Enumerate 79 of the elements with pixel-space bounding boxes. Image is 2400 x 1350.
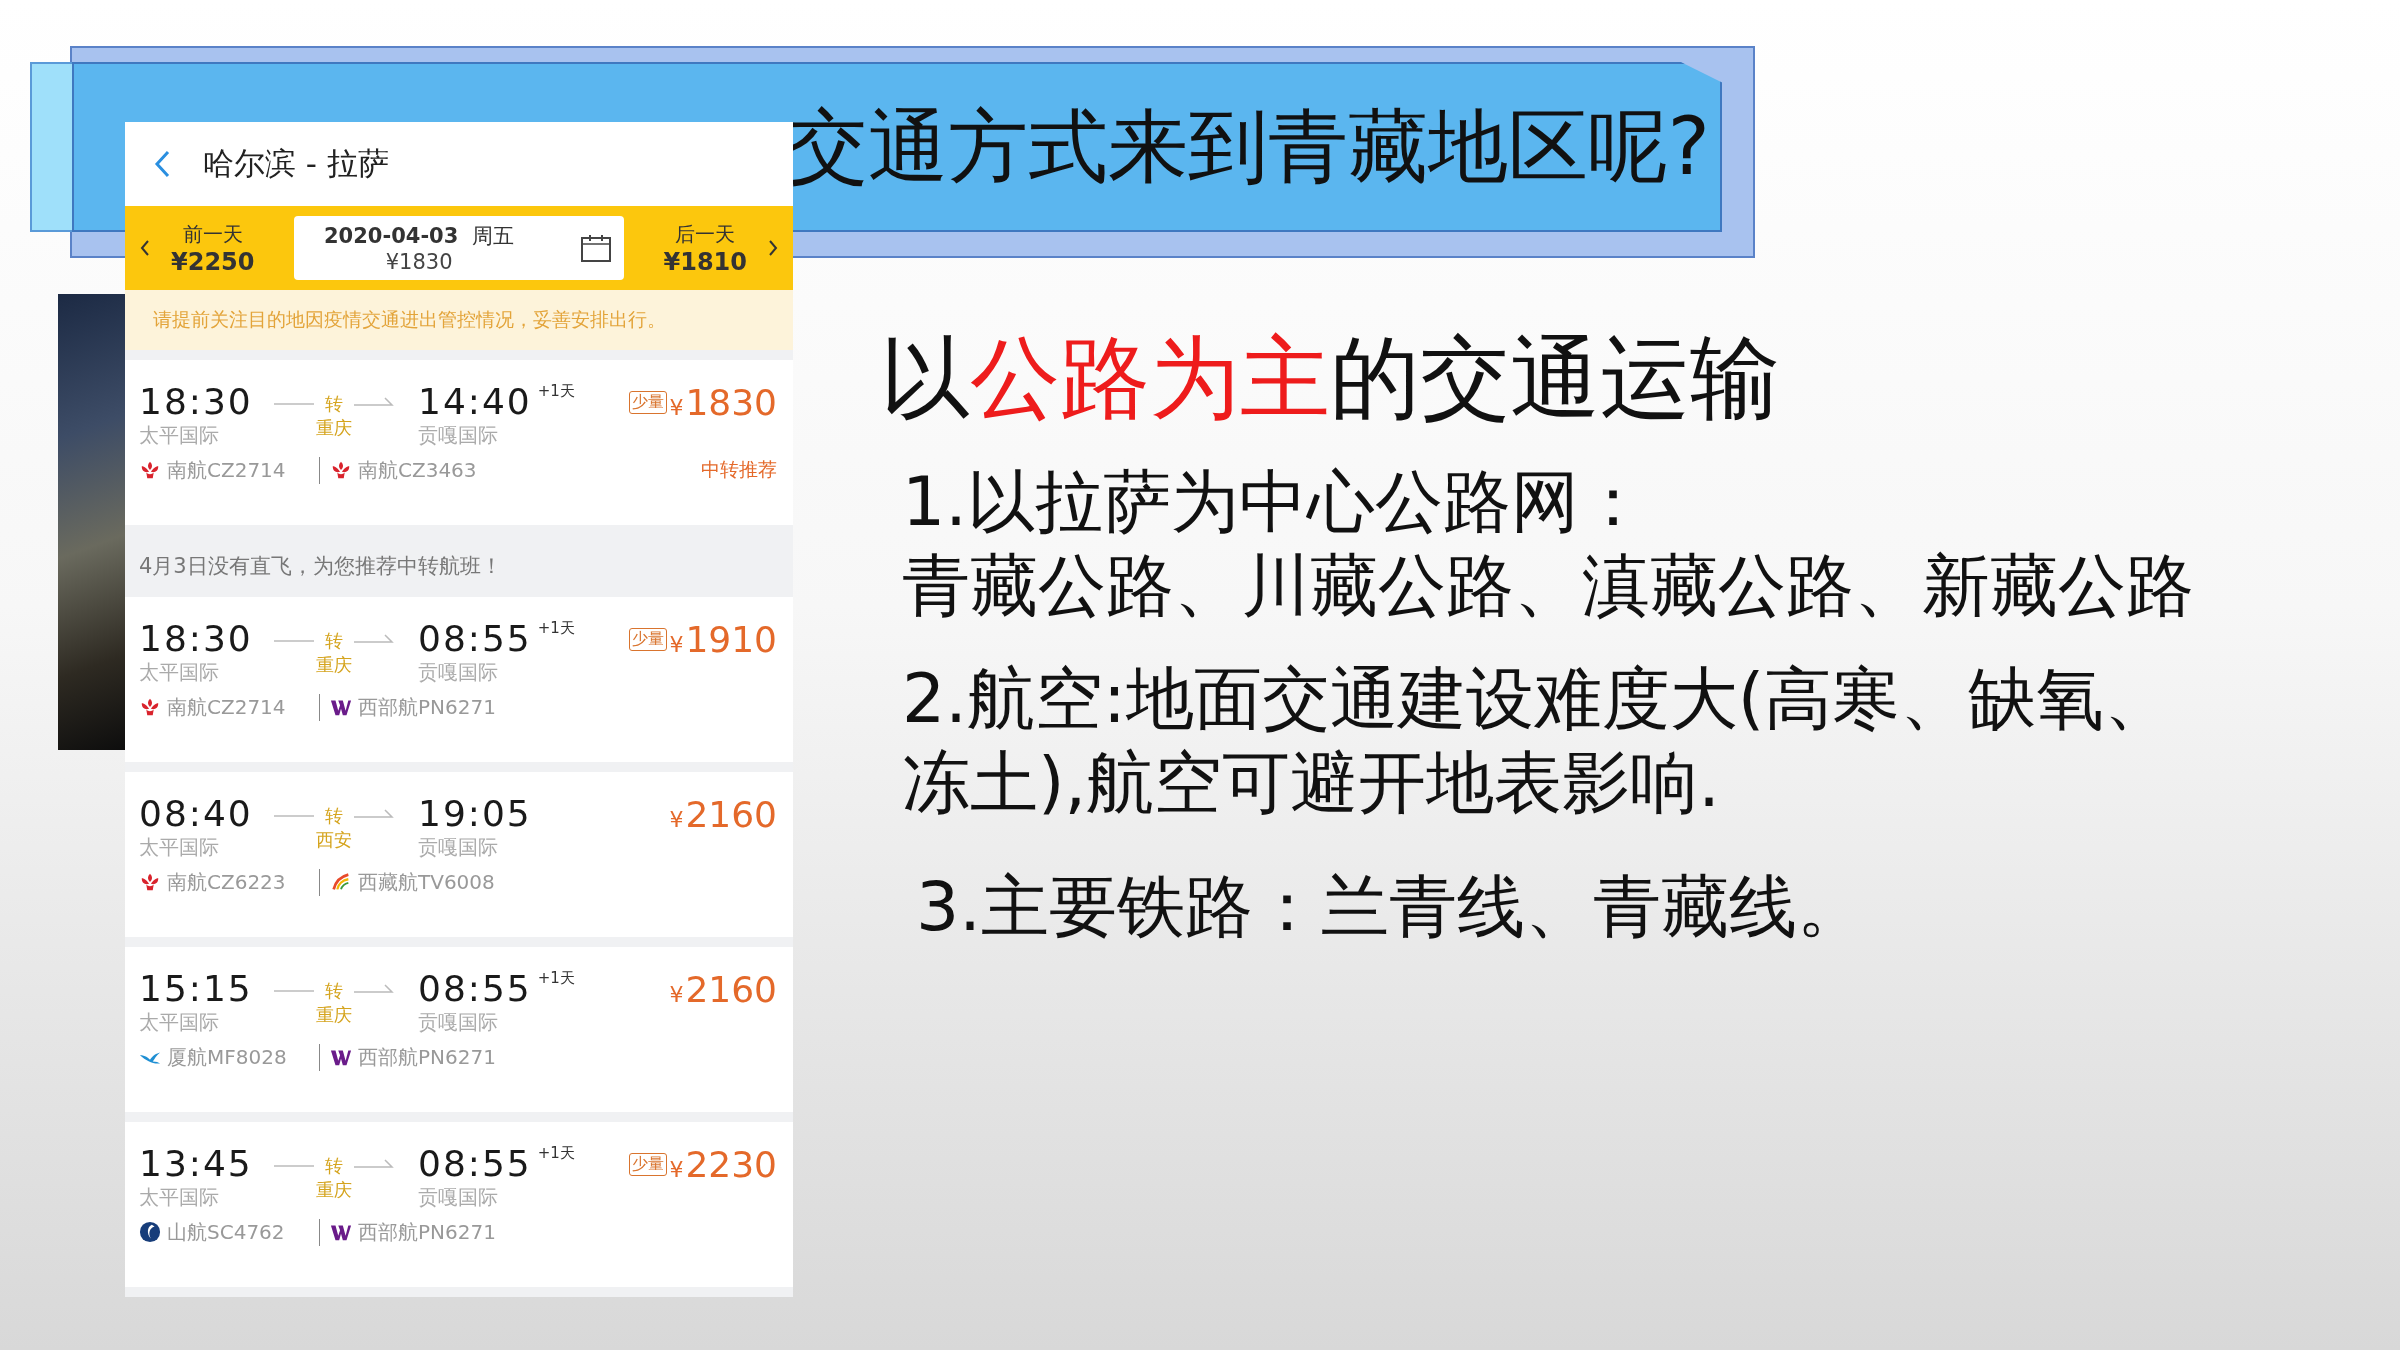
transfer-label: 转 bbox=[325, 1154, 343, 1178]
bullet-point: 青藏公路、川藏公路、滇藏公路、新藏公路 bbox=[902, 545, 2195, 628]
flight-number: 南航CZ6223 bbox=[167, 868, 286, 896]
date-price: ¥1830 bbox=[385, 250, 453, 274]
arrival-airport: 贡嘎国际 bbox=[418, 1008, 499, 1036]
flight-number: 南航CZ2714 bbox=[167, 693, 286, 721]
flight-number: 南航CZ3463 bbox=[358, 456, 477, 484]
transfer-city: 重庆 bbox=[316, 653, 352, 677]
flight-card[interactable]: 08:40 太平国际 转 西安 19:05 贡嘎国际 ¥2160 南航CZ6223 西藏航TV6008 bbox=[125, 772, 793, 937]
price-text: ¥2160 bbox=[669, 794, 777, 835]
date-selector[interactable]: 2020-04-03 周五 ¥1830 bbox=[294, 216, 624, 280]
slide-heading: 以公路为主的交通运输 bbox=[880, 324, 1781, 432]
flight-number: 山航SC4762 bbox=[167, 1218, 285, 1246]
recommendation-tag: 中转推荐 bbox=[701, 457, 777, 484]
chevron-left-icon[interactable] bbox=[139, 238, 151, 258]
dash-icon bbox=[274, 401, 314, 407]
transfer-label: 转 bbox=[325, 979, 343, 1003]
arrival-airport: 贡嘎国际 bbox=[418, 421, 499, 449]
transfer-city: 重庆 bbox=[316, 1003, 352, 1027]
flight-number: 厦航MF8028 bbox=[167, 1043, 287, 1071]
date-text: 2020-04-03 周五 bbox=[324, 223, 515, 250]
next-day-price: ¥1810 bbox=[663, 247, 747, 276]
flight-number: 西部航PN6271 bbox=[358, 1043, 496, 1071]
departure-airport: 太平国际 bbox=[139, 421, 220, 449]
flight-number: 西部航PN6271 bbox=[358, 693, 496, 721]
stock-badge: 少量 bbox=[629, 628, 668, 651]
next-day-marker: +1天 bbox=[537, 969, 575, 988]
price-text: ¥1910 bbox=[669, 619, 777, 660]
dash-icon bbox=[274, 813, 314, 819]
next-day-marker: +1天 bbox=[537, 1144, 575, 1163]
arrival-time: 19:05 bbox=[418, 794, 532, 834]
calendar-icon[interactable] bbox=[580, 233, 612, 263]
bullet-point: 2.航空:地面交通建设难度大(高寒、缺氧、冻土),航空可避开地表影响. bbox=[902, 657, 2174, 824]
departure-airport: 太平国际 bbox=[139, 658, 220, 686]
arrival-time: 14:40 bbox=[418, 382, 532, 422]
arrival-time: 08:55 bbox=[418, 1144, 532, 1184]
departure-airport: 太平国际 bbox=[139, 833, 220, 861]
transfer-city: 西安 bbox=[316, 828, 352, 852]
transfer-label: 转 bbox=[325, 392, 343, 416]
price-text: ¥2160 bbox=[669, 969, 777, 1010]
price-text: ¥1830 bbox=[669, 382, 777, 423]
dash-icon bbox=[274, 988, 314, 994]
arrival-time: 08:55 bbox=[418, 969, 532, 1009]
departure-airport: 太平国际 bbox=[139, 1008, 220, 1036]
price-text: ¥2230 bbox=[669, 1144, 777, 1185]
departure-time: 15:15 bbox=[139, 969, 254, 1009]
departure-airport: 太平国际 bbox=[139, 1183, 220, 1211]
arrival-airport: 贡嘎国际 bbox=[418, 833, 499, 861]
chevron-right-icon[interactable] bbox=[767, 238, 779, 258]
previous-day-label[interactable]: 前一天 bbox=[182, 220, 243, 248]
arrival-airport: 贡嘎国际 bbox=[418, 658, 499, 686]
flight-number: 南航CZ2714 bbox=[167, 456, 286, 484]
flight-number: 西部航PN6271 bbox=[358, 1218, 496, 1246]
slide-title: 交通方式来到青藏地区呢? bbox=[787, 107, 1710, 187]
notice-text: 请提前关注目的地因疫情交通进出管控情况，妥善安排出行。 bbox=[153, 307, 666, 332]
dash-icon bbox=[274, 1163, 314, 1169]
departure-time: 13:45 bbox=[139, 1144, 254, 1184]
bullet-point: 3.主要铁路：兰青线、青藏线。 bbox=[916, 866, 1866, 949]
arrival-airport: 贡嘎国际 bbox=[418, 1183, 499, 1211]
info-text: 4月3日没有直飞，为您推荐中转航班！ bbox=[139, 553, 502, 580]
route-title: 哈尔滨 - 拉萨 bbox=[203, 144, 389, 183]
bullet-point: 1.以拉萨为中心公路网： bbox=[902, 461, 1648, 543]
flight-number: 西藏航TV6008 bbox=[358, 868, 495, 896]
arrival-time: 08:55 bbox=[418, 619, 532, 659]
next-day-marker: +1天 bbox=[537, 619, 575, 638]
departure-time: 18:30 bbox=[139, 382, 254, 422]
dash-icon bbox=[274, 638, 314, 644]
stock-badge: 少量 bbox=[629, 391, 668, 414]
departure-time: 08:40 bbox=[139, 794, 254, 834]
departure-time: 18:30 bbox=[139, 619, 254, 659]
transfer-city: 重庆 bbox=[316, 416, 352, 440]
stock-badge: 少量 bbox=[629, 1153, 668, 1176]
crescent-logo-icon bbox=[139, 1221, 161, 1244]
previous-day-price: ¥2250 bbox=[171, 247, 255, 276]
transfer-label: 转 bbox=[325, 629, 343, 653]
transfer-label: 转 bbox=[325, 804, 343, 828]
next-day-marker: +1天 bbox=[537, 382, 575, 401]
transfer-city: 重庆 bbox=[316, 1178, 352, 1202]
next-day-label[interactable]: 后一天 bbox=[675, 220, 736, 248]
